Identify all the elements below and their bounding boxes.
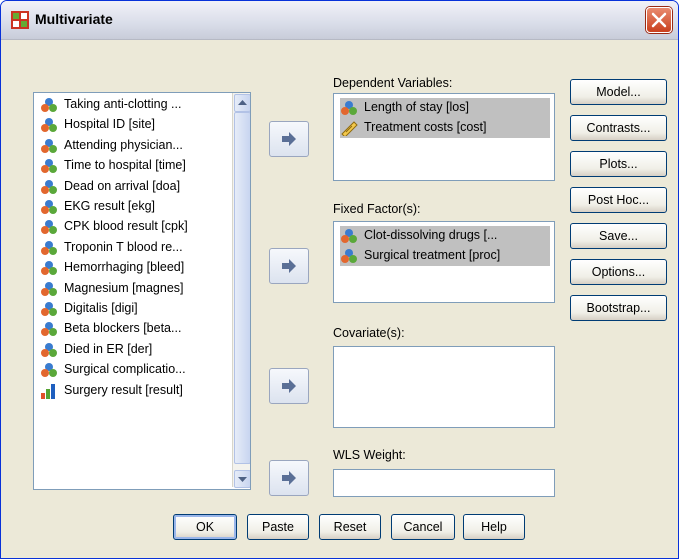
close-button[interactable]: [646, 7, 672, 33]
scroll-down-button[interactable]: [234, 470, 250, 488]
list-item-label: Beta blockers [beta...: [64, 321, 182, 336]
list-item[interactable]: Surgical treatment [proc]: [340, 246, 550, 267]
nominal-circles-icon: [41, 118, 57, 133]
list-item[interactable]: Surgical complicatio...: [40, 360, 228, 380]
scroll-up-button[interactable]: [234, 94, 250, 112]
list-item[interactable]: Dead on arrival [doa]: [40, 177, 228, 197]
help-button[interactable]: Help: [463, 514, 525, 540]
covariates-label: Covariate(s):: [333, 326, 405, 340]
title-bar[interactable]: Multivariate: [1, 1, 678, 40]
nominal-circles-icon: [41, 179, 57, 194]
nominal-circles-icon: [41, 322, 57, 337]
ok-button[interactable]: OK: [173, 514, 237, 540]
nominal-circles-icon: [41, 281, 57, 296]
scroll-down-icon: [238, 477, 247, 482]
nominal-circles-icon: [41, 261, 57, 276]
list-item-label: Surgical treatment [proc]: [364, 248, 501, 263]
fixed-factors-label: Fixed Factor(s):: [333, 202, 421, 216]
nominal-circles-icon: [341, 249, 357, 264]
ordinal-bars-icon: [41, 383, 55, 399]
save-button[interactable]: Save...: [570, 223, 667, 249]
right-arrow-icon: [282, 379, 296, 393]
list-item[interactable]: EKG result [ekg]: [40, 197, 228, 217]
list-item-label: Hemorrhaging [bleed]: [64, 260, 185, 275]
fixed-factors-list[interactable]: Clot-dissolving drugs [... Surgical treat…: [333, 221, 555, 303]
nominal-circles-icon: [41, 342, 57, 357]
list-item[interactable]: Surgery result [result]: [40, 381, 228, 401]
paste-button[interactable]: Paste: [247, 514, 309, 540]
list-item[interactable]: Treatment costs [cost]: [340, 118, 550, 139]
nominal-circles-icon: [41, 302, 57, 316]
nominal-circles-icon: [41, 159, 57, 174]
nominal-circles-icon: [41, 138, 57, 153]
move-to-dependent-button[interactable]: [269, 121, 309, 157]
nominal-circles-icon: [41, 240, 57, 255]
list-item-label: Treatment costs [cost]: [364, 120, 487, 135]
scale-ruler-icon: [341, 121, 358, 137]
list-item[interactable]: Hospital ID [site]: [40, 115, 228, 135]
list-item-label: Surgery result [result]: [64, 382, 183, 397]
list-item[interactable]: Length of stay [los]: [340, 98, 550, 118]
list-item-label: Dead on arrival [doa]: [64, 178, 181, 193]
dialog-body: Taking anti-clotting ... Hospital ID [sit…: [1, 40, 678, 558]
plots-button[interactable]: Plots...: [570, 151, 667, 177]
source-variable-list[interactable]: Taking anti-clotting ... Hospital ID [sit…: [33, 92, 251, 490]
contrasts-button[interactable]: Contrasts...: [570, 115, 667, 141]
list-item-label: EKG result [ekg]: [64, 199, 156, 213]
post-hoc-button[interactable]: Post Hoc...: [570, 187, 667, 213]
list-item-label: Attending physician...: [64, 137, 183, 152]
list-item-label: Digitalis [digi]: [64, 301, 138, 315]
model-button[interactable]: Model...: [570, 79, 667, 105]
dependent-variables-list[interactable]: Length of stay [los] Treatment costs [cos…: [333, 93, 555, 181]
list-item[interactable]: Attending physician...: [40, 136, 228, 156]
right-arrow-icon: [282, 259, 296, 273]
covariates-list[interactable]: [333, 346, 555, 428]
wls-weight-label: WLS Weight:: [333, 448, 406, 462]
list-item[interactable]: Magnesium [magnes]: [40, 279, 228, 299]
move-to-covariate-button[interactable]: [269, 368, 309, 404]
list-item-label: CPK blood result [cpk]: [64, 219, 188, 234]
nominal-circles-icon: [341, 229, 357, 243]
list-item-label: Time to hospital [time]: [64, 158, 186, 173]
right-arrow-icon: [282, 132, 296, 146]
list-item[interactable]: Beta blockers [beta...: [40, 319, 228, 339]
list-item-label: Magnesium [magnes]: [64, 280, 184, 295]
list-item[interactable]: Troponin T blood re...: [40, 238, 228, 258]
nominal-circles-icon: [41, 220, 57, 235]
nominal-circles-icon: [341, 101, 357, 115]
list-item-label: Surgical complicatio...: [64, 362, 186, 377]
list-item[interactable]: Hemorrhaging [bleed]: [40, 258, 228, 278]
nominal-circles-icon: [41, 363, 57, 378]
list-item[interactable]: Time to hospital [time]: [40, 156, 228, 176]
multivariate-dialog: Multivariate Taking anti-clotting ... Hos…: [0, 0, 679, 559]
source-list-scrollbar[interactable]: [232, 93, 250, 488]
reset-button[interactable]: Reset: [319, 514, 381, 540]
list-item-label: Troponin T blood re...: [64, 239, 183, 254]
move-to-fixed-factor-button[interactable]: [269, 248, 309, 284]
list-item[interactable]: CPK blood result [cpk]: [40, 217, 228, 237]
nominal-circles-icon: [41, 98, 57, 112]
list-item[interactable]: Clot-dissolving drugs [...: [340, 226, 550, 246]
move-to-wls-weight-button[interactable]: [269, 460, 309, 496]
scroll-up-icon: [238, 100, 247, 105]
options-button[interactable]: Options...: [570, 259, 667, 285]
cancel-button[interactable]: Cancel: [391, 514, 455, 540]
right-arrow-icon: [282, 471, 296, 485]
list-item-label: Taking anti-clotting ...: [64, 97, 182, 111]
list-item[interactable]: Died in ER [der]: [40, 340, 228, 360]
wls-weight-field[interactable]: [333, 469, 555, 497]
dependent-variables-label: Dependent Variables:: [333, 76, 453, 90]
nominal-circles-icon: [41, 200, 57, 214]
list-item-label: Clot-dissolving drugs [...: [364, 228, 498, 242]
list-item-label: Length of stay [los]: [364, 100, 469, 114]
close-icon: [651, 12, 667, 28]
list-item-label: Died in ER [der]: [64, 341, 153, 356]
bootstrap-button[interactable]: Bootstrap...: [570, 295, 667, 321]
spreadsheet-app-icon: [11, 11, 29, 29]
scroll-thumb[interactable]: [234, 112, 250, 464]
list-item[interactable]: Digitalis [digi]: [40, 299, 228, 319]
list-item[interactable]: Taking anti-clotting ...: [40, 95, 228, 115]
window-title: Multivariate: [35, 11, 113, 27]
list-item-label: Hospital ID [site]: [64, 117, 156, 132]
